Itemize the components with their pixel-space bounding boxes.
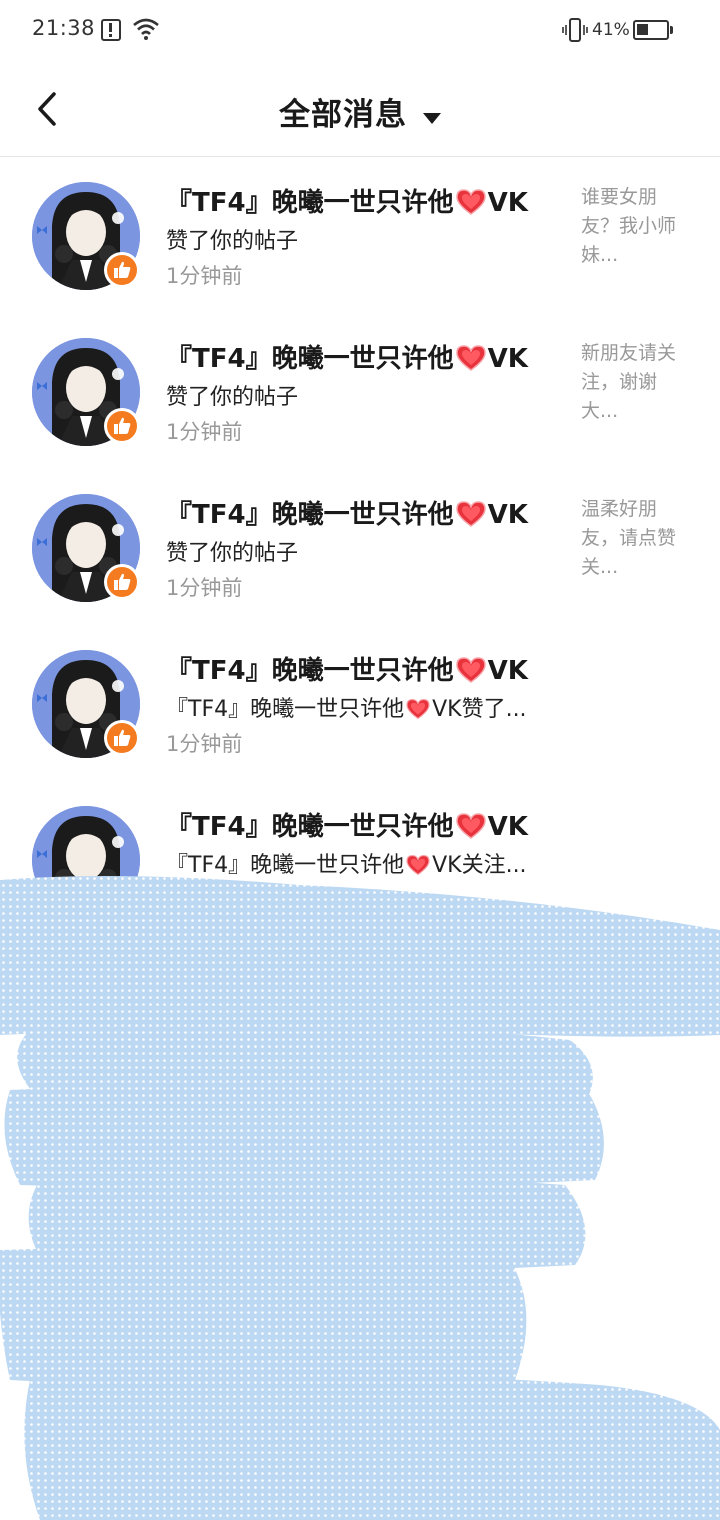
sender-name-text: 『TF4』晚曦一世只许他	[166, 188, 454, 218]
message-item[interactable]: 『TF4』晚曦一世只许他 VK 赞了你的帖子 1分钟前 新朋友请关注，谢谢大...	[0, 314, 720, 470]
vibrate-icon	[562, 18, 588, 42]
heart-icon	[455, 657, 486, 683]
sender-name-text: 『TF4』晚曦一世只许他	[166, 812, 454, 842]
post-snippet[interactable]: 新朋友请关注，谢谢大...	[581, 339, 691, 426]
sender-name-suffix: VK	[487, 188, 528, 218]
message-item[interactable]: 『TF4』晚曦一世只许他 VK 『TF4』晚曦一世只许他 VK赞了... 1分钟前	[0, 626, 720, 782]
alert-icon	[101, 19, 121, 41]
battery-percent: 41%	[592, 20, 630, 40]
battery-tip	[670, 26, 673, 34]
sender-name-text: 『TF4』晚曦一世只许他	[166, 344, 454, 374]
message-list: 『TF4』晚曦一世只许他 VK 赞了你的帖子 1分钟前 谁要女朋友？我小师妹...…	[0, 158, 720, 938]
heart-icon	[455, 813, 486, 839]
thumbs-up-icon	[104, 408, 140, 444]
message-time: 1分钟前	[166, 264, 243, 288]
sender-name-suffix: VK	[487, 656, 528, 686]
sender-name-text: 『TF4』晚曦一世只许他	[166, 656, 454, 686]
battery-icon	[633, 20, 669, 40]
sender-name[interactable]: 『TF4』晚曦一世只许他 VK	[166, 806, 528, 843]
thumbs-up-icon	[104, 876, 140, 912]
action-text: 『TF4』晚曦一世只许他	[166, 853, 405, 878]
message-action: 赞了你的帖子	[166, 229, 299, 254]
message-item[interactable]: 『TF4』晚曦一世只许他 VK 『TF4』晚曦一世只许他 VK关注...	[0, 782, 720, 938]
message-item[interactable]: 『TF4』晚曦一世只许他 VK 赞了你的帖子 1分钟前 温柔好朋友，请点赞关...	[0, 470, 720, 626]
message-time: 1分钟前	[166, 420, 243, 444]
header: 全部消息	[0, 62, 720, 157]
caret-down-icon[interactable]	[423, 113, 441, 124]
heart-icon	[455, 345, 486, 371]
sender-name-suffix: VK	[487, 812, 528, 842]
sender-name[interactable]: 『TF4』晚曦一世只许他 VK	[166, 494, 528, 531]
post-snippet[interactable]: 谁要女朋友？我小师妹...	[581, 183, 691, 270]
message-item[interactable]: 『TF4』晚曦一世只许他 VK 赞了你的帖子 1分钟前 谁要女朋友？我小师妹...	[0, 158, 720, 314]
heart-icon	[455, 501, 486, 527]
sender-name[interactable]: 『TF4』晚曦一世只许他 VK	[166, 650, 528, 687]
page-title[interactable]: 全部消息	[279, 97, 407, 133]
heart-icon	[455, 189, 486, 215]
message-time: 1分钟前	[166, 732, 243, 756]
heart-icon	[406, 854, 430, 876]
thumbs-up-icon	[104, 720, 140, 756]
status-time: 21:38	[32, 16, 96, 40]
status-bar: 21:38 41%	[0, 0, 720, 62]
title-dropdown[interactable]: 全部消息	[0, 89, 720, 134]
action-text: 『TF4』晚曦一世只许他	[166, 697, 405, 722]
sender-name-suffix: VK	[487, 500, 528, 530]
sender-name-text: 『TF4』晚曦一世只许他	[166, 500, 454, 530]
heart-icon	[406, 698, 430, 720]
message-action: 『TF4』晚曦一世只许他 VK赞了...	[166, 691, 527, 723]
post-snippet[interactable]: 温柔好朋友，请点赞关...	[581, 495, 691, 582]
thumbs-up-icon	[104, 564, 140, 600]
wifi-icon	[133, 18, 159, 40]
sender-name[interactable]: 『TF4』晚曦一世只许他 VK	[166, 182, 528, 219]
sender-name-suffix: VK	[487, 344, 528, 374]
message-time: 1分钟前	[166, 576, 243, 600]
message-action: 赞了你的帖子	[166, 541, 299, 566]
battery-level-fill	[637, 24, 648, 35]
action-text-suffix: VK赞了...	[432, 697, 527, 722]
action-text-suffix: VK关注...	[432, 853, 527, 878]
sender-name[interactable]: 『TF4』晚曦一世只许他 VK	[166, 338, 528, 375]
message-action: 赞了你的帖子	[166, 385, 299, 410]
thumbs-up-icon	[104, 252, 140, 288]
message-action: 『TF4』晚曦一世只许他 VK关注...	[166, 847, 527, 879]
